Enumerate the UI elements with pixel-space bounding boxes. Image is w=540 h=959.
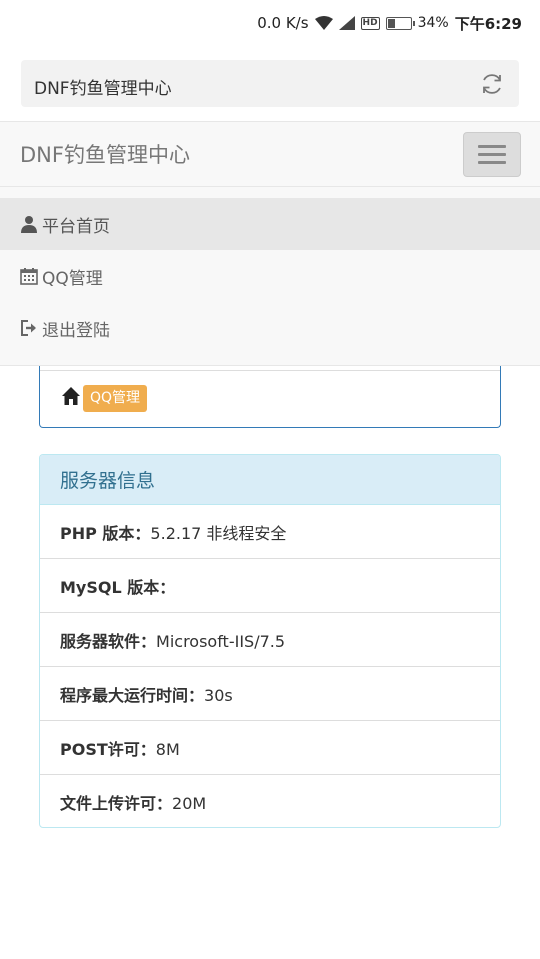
info-row-post-limit: POST许可：8M: [40, 721, 500, 775]
menu-item-label: QQ管理: [42, 268, 103, 289]
info-value: Microsoft-IIS/7.5: [156, 632, 286, 651]
info-row-server-software: 服务器软件：Microsoft-IIS/7.5: [40, 613, 500, 667]
info-value: 5.2.17 非线程安全: [150, 524, 287, 543]
menu-item-label: 退出登陆: [42, 320, 110, 341]
navbar: DNF钓鱼管理中心: [0, 121, 540, 187]
breadcrumb-current-label: QQ管理: [83, 385, 148, 412]
info-row-max-execution-time: 程序最大运行时间：30s: [40, 667, 500, 721]
info-key: 服务器软件：: [60, 632, 157, 651]
hamburger-bar: [478, 153, 506, 156]
clock: 下午6:29: [454, 14, 522, 33]
menu-item-label: 平台首页: [42, 216, 110, 237]
info-value: 20M: [172, 794, 207, 813]
browser-toolbar: DNF钓鱼管理中心: [0, 46, 540, 121]
sign-out-icon: [21, 320, 36, 336]
navbar-brand[interactable]: DNF钓鱼管理中心: [20, 139, 190, 169]
user-icon: [21, 216, 37, 233]
info-key: PHP 版本：: [60, 524, 151, 543]
info-key: 文件上传许可：: [60, 794, 173, 813]
hd-badge: HD: [360, 16, 380, 30]
navbar-toggle-button[interactable]: [463, 132, 521, 177]
home-icon[interactable]: [61, 386, 81, 406]
menu-item-logout[interactable]: 退出登陆: [0, 302, 540, 354]
battery-level-fill: [387, 18, 395, 28]
cellular-signal-icon: [338, 16, 355, 30]
panel-title: 服务器信息: [40, 455, 500, 505]
hamburger-bar: [478, 145, 506, 148]
server-info-panel: 服务器信息 PHP 版本：5.2.17 非线程安全 MySQL 版本： 服务器软…: [39, 454, 501, 828]
battery-icon: [385, 16, 415, 30]
network-speed: 0.0 K/s: [257, 14, 309, 32]
info-row-upload-limit: 文件上传许可：20M: [40, 775, 500, 827]
menu-item-qq-manage[interactable]: QQ管理: [0, 250, 540, 302]
calendar-icon: [20, 268, 38, 285]
info-row-mysql-version: MySQL 版本：: [40, 559, 500, 613]
status-indicators: 0.0 K/s HD 34% 下午6:29: [251, 12, 522, 34]
battery-percent: 34%: [417, 15, 449, 31]
status-bar: 0.0 K/s HD 34% 下午6:29: [0, 0, 540, 46]
address-bar[interactable]: DNF钓鱼管理中心: [21, 60, 519, 107]
info-key: POST许可：: [60, 740, 156, 759]
hamburger-bar: [478, 161, 506, 164]
info-row-php-version: PHP 版本：5.2.17 非线程安全: [40, 505, 500, 559]
wifi-icon: [314, 16, 333, 30]
info-value: 30s: [204, 686, 233, 705]
page-title-in-address-bar[interactable]: DNF钓鱼管理中心: [34, 74, 172, 99]
info-key: 程序最大运行时间：: [60, 686, 205, 705]
menu-item-home[interactable]: 平台首页: [0, 198, 540, 250]
info-value: 8M: [155, 740, 180, 759]
divider: [40, 370, 500, 371]
nav-menu: 平台首页 QQ管理 退出登陆: [0, 187, 540, 366]
breadcrumb-panel: QQ管理: [39, 366, 501, 428]
refresh-icon[interactable]: [479, 71, 505, 97]
info-key: MySQL 版本：: [60, 578, 176, 597]
